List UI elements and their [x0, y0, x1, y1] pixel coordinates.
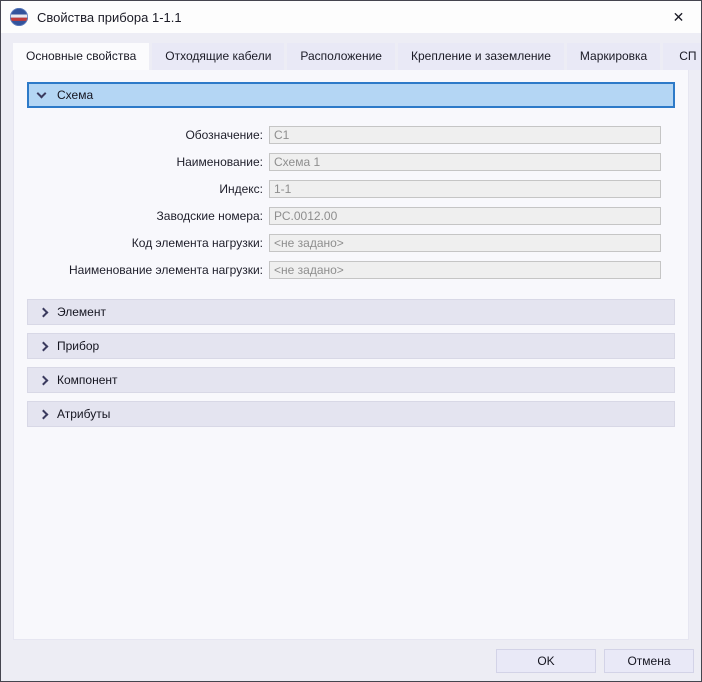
cancel-button[interactable]: Отмена [604, 648, 694, 673]
field-row: Код элемента нагрузки: [27, 234, 661, 252]
name-field [269, 153, 661, 171]
field-row: Обозначение: [27, 126, 661, 144]
field-row: Наименование: [27, 153, 661, 171]
accordion-device-title: Прибор [57, 339, 100, 353]
tab-mounting-grounding[interactable]: Крепление и заземление [397, 43, 564, 70]
load-element-name-field [269, 261, 661, 279]
accordion-component-title: Компонент [57, 373, 118, 387]
field-row: Заводские номера: [27, 207, 661, 225]
chevron-down-icon [36, 88, 47, 99]
index-field [269, 180, 661, 198]
chevron-right-icon [38, 341, 49, 351]
chevron-right-icon [38, 409, 49, 419]
name-label: Наименование: [176, 155, 263, 169]
properties-dialog: Свойства прибора 1-1.1 ✕ Основные свойст… [0, 0, 702, 682]
accordion-schema-title: Схема [57, 88, 94, 102]
factory-numbers-label: Заводские номера: [156, 209, 263, 223]
window-title: Свойства прибора 1-1.1 [37, 9, 182, 25]
designation-label: Обозначение: [185, 128, 263, 142]
accordion-attributes-title: Атрибуты [57, 407, 111, 421]
chevron-right-icon [38, 375, 49, 385]
tab-strip: Основные свойства Отходящие кабели Распо… [1, 33, 701, 70]
schema-fields: Обозначение: Наименование: Индекс: Завод… [27, 126, 661, 279]
load-element-name-label: Наименование элемента нагрузки: [69, 263, 263, 277]
app-logo-icon [9, 7, 29, 27]
field-row: Наименование элемента нагрузки: [27, 261, 661, 279]
load-element-code-label: Код элемента нагрузки: [131, 236, 263, 250]
field-row: Индекс: [27, 180, 661, 198]
tab-page-main-properties: Схема Обозначение: Наименование: Индекс:… [13, 70, 689, 640]
accordion-schema[interactable]: Схема [27, 82, 675, 108]
tab-outgoing-cables[interactable]: Отходящие кабели [152, 43, 285, 70]
tab-marking[interactable]: Маркировка [566, 43, 661, 70]
factory-numbers-field [269, 207, 661, 225]
accordion-element[interactable]: Элемент [27, 299, 675, 325]
dialog-footer: OK Отмена [1, 640, 701, 681]
title-bar: Свойства прибора 1-1.1 ✕ [1, 1, 701, 33]
designation-field [269, 126, 661, 144]
tab-main-properties[interactable]: Основные свойства [13, 43, 150, 70]
tab-sp[interactable]: СП [663, 43, 701, 70]
load-element-code-field [269, 234, 661, 252]
index-label: Индекс: [219, 182, 263, 196]
collapsed-sections: Элемент Прибор Компонент Атрибуты [27, 299, 675, 427]
tab-location[interactable]: Расположение [287, 43, 395, 70]
accordion-attributes[interactable]: Атрибуты [27, 401, 675, 427]
close-icon: ✕ [672, 8, 685, 25]
close-button[interactable]: ✕ [656, 1, 701, 33]
ok-button[interactable]: OK [496, 648, 596, 673]
accordion-device[interactable]: Прибор [27, 333, 675, 359]
accordion-element-title: Элемент [57, 305, 106, 319]
chevron-right-icon [38, 307, 49, 317]
accordion-component[interactable]: Компонент [27, 367, 675, 393]
